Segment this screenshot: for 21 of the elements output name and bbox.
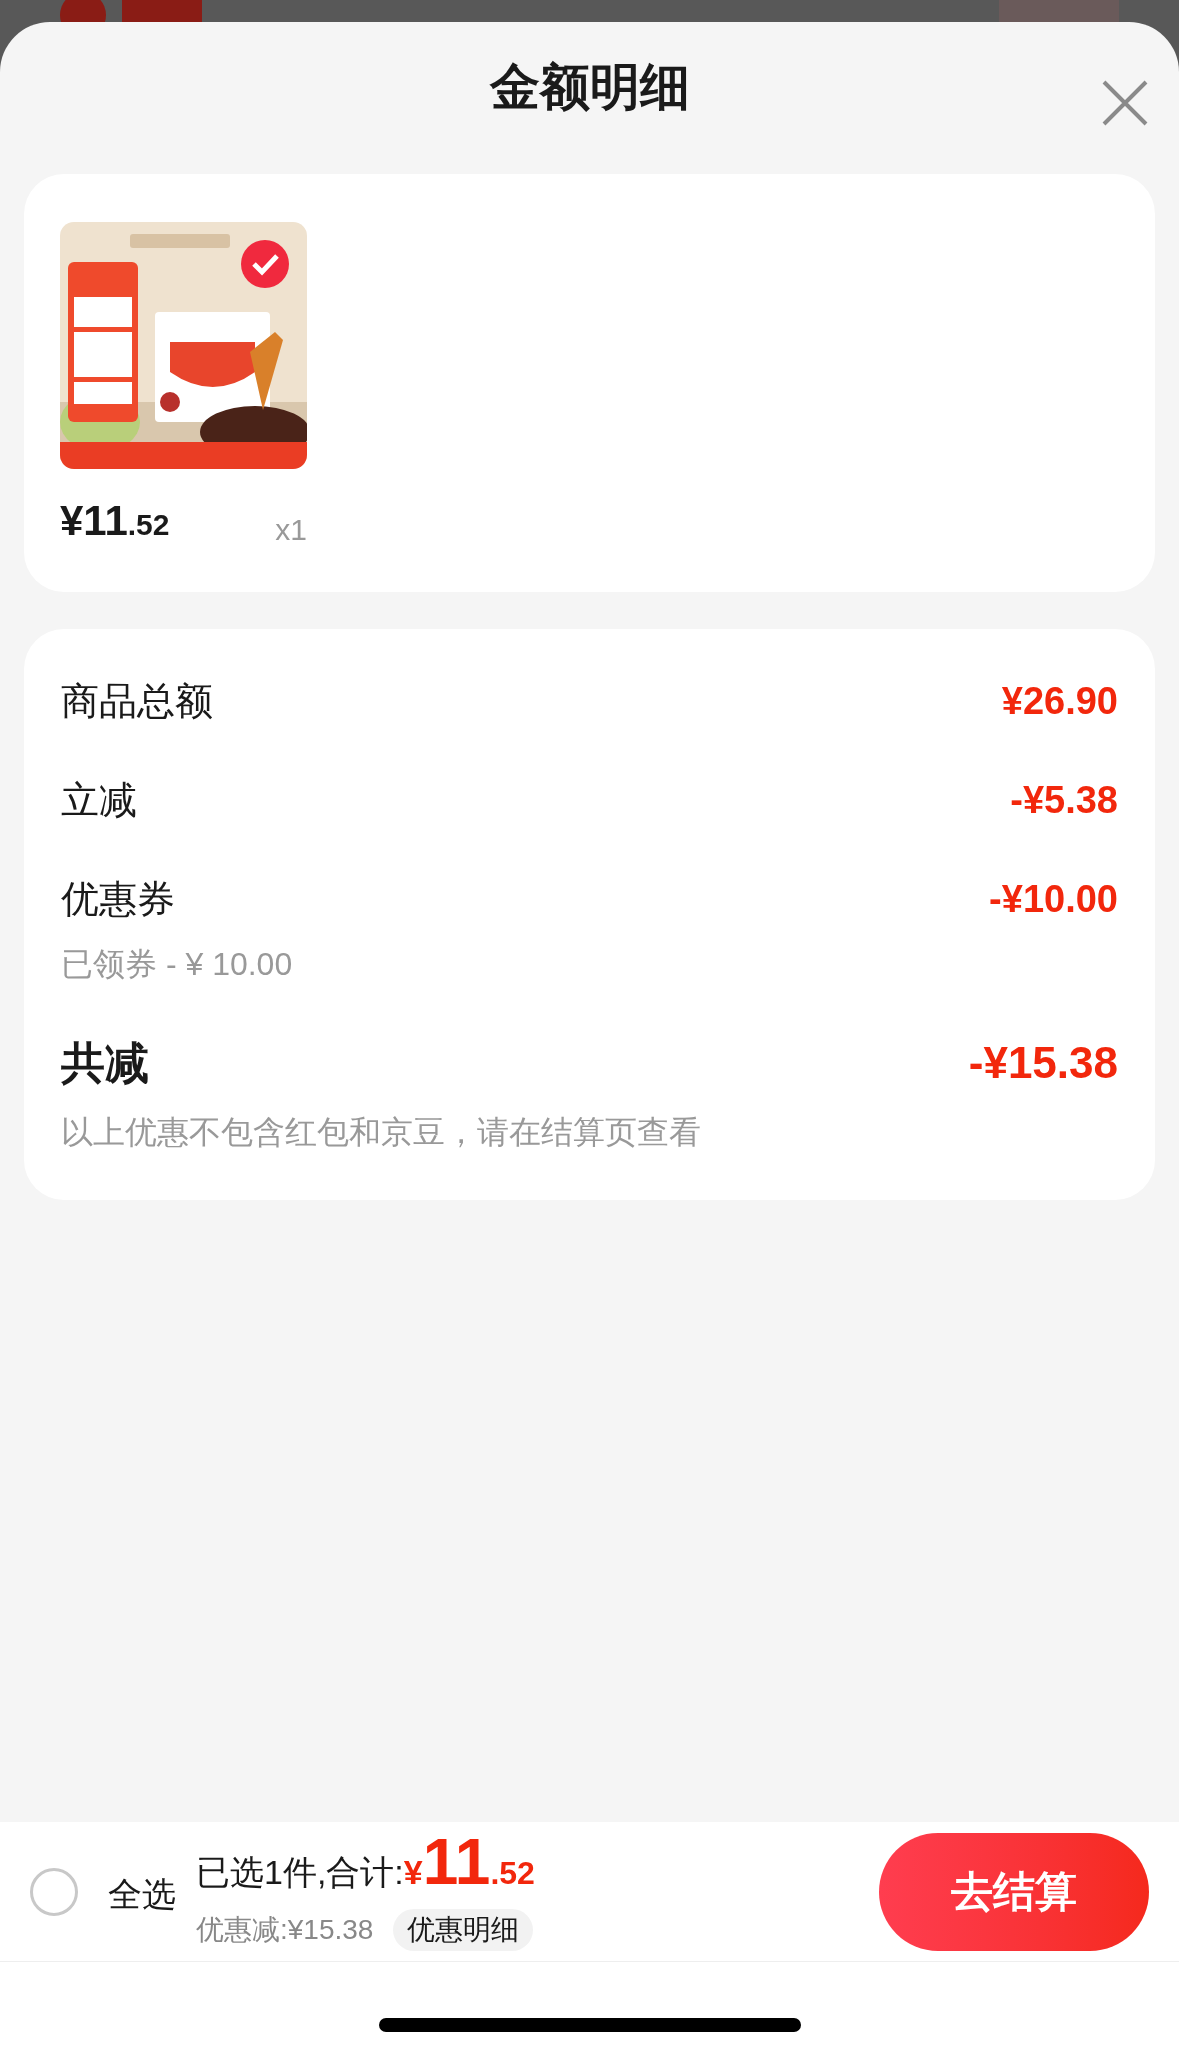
summary-label: 立减 bbox=[61, 778, 137, 823]
discount-text: 优惠减:¥15.38 bbox=[196, 1913, 374, 1947]
summary-note: 以上优惠不包含红包和京豆，请在结算页查看 bbox=[61, 1113, 702, 1152]
select-all-label[interactable]: 全选 bbox=[108, 1869, 176, 1920]
summary-amount: -¥5.38 bbox=[1010, 778, 1118, 823]
select-all-radio[interactable] bbox=[30, 1867, 78, 1916]
close-icon[interactable] bbox=[1101, 79, 1149, 127]
checkout-button[interactable]: 去结算 bbox=[879, 1832, 1149, 1951]
summary-amount: ¥26.90 bbox=[1001, 679, 1118, 724]
summary-note: 已领券 - ¥ 10.00 bbox=[61, 945, 294, 984]
summary-label: 共减 bbox=[61, 1037, 149, 1089]
product-price: ¥11.52 bbox=[60, 496, 170, 546]
product-quantity: x1 bbox=[275, 512, 307, 548]
sheet-title: 金额明细 bbox=[489, 57, 690, 117]
summary-label: 商品总额 bbox=[61, 679, 213, 724]
summary-amount: -¥15.38 bbox=[968, 1037, 1118, 1089]
check-icon[interactable] bbox=[241, 240, 289, 288]
discount-detail-link[interactable]: 优惠明细 bbox=[393, 1909, 534, 1951]
total-text: 已选1件,合计:¥11.52 bbox=[196, 1832, 535, 1900]
summary-label: 优惠券 bbox=[61, 877, 175, 922]
summary-amount: -¥10.00 bbox=[989, 877, 1118, 922]
